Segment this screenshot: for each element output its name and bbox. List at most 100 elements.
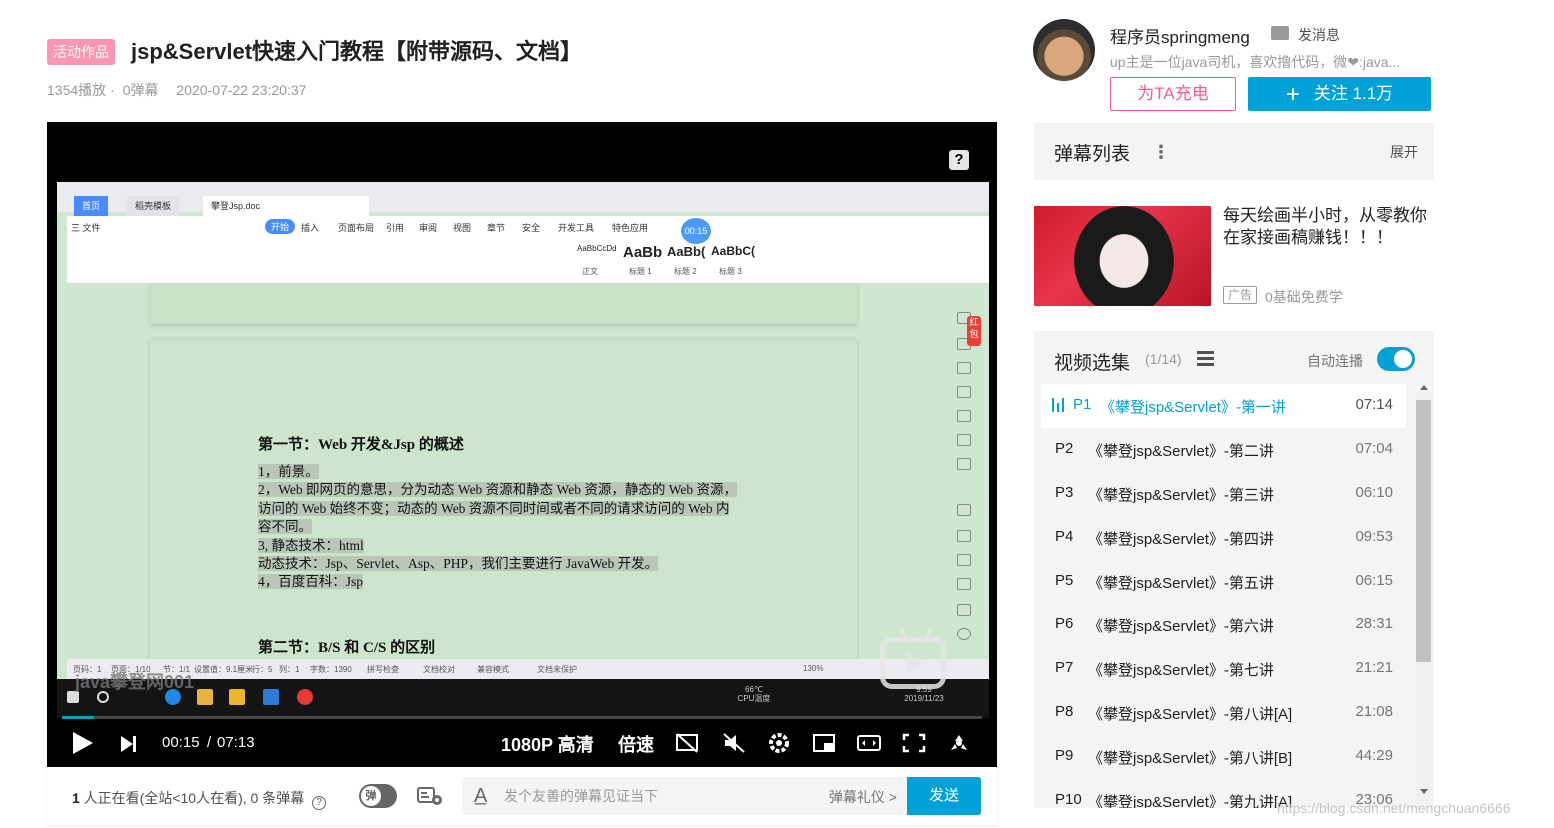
settings-icon[interactable] <box>767 732 791 754</box>
play-icon[interactable] <box>73 732 93 754</box>
episode-duration: 07:14 <box>1355 396 1393 413</box>
blog-watermark: https://blog.csdn.net/mengchuan6666 <box>1277 800 1511 816</box>
episode-item[interactable]: P8 《攀登jsp&Servlet》-第八讲[A] 21:08 <box>1041 691 1406 735</box>
episode-number: P8 <box>1055 703 1074 721</box>
autoplay-switch[interactable] <box>1377 347 1415 371</box>
episode-item[interactable]: P4 《攀登jsp&Servlet》-第四讲 09:53 <box>1041 516 1406 560</box>
episode-item[interactable]: P1 《攀登jsp&Servlet》-第一讲 07:14 <box>1041 384 1406 428</box>
danmaku-bar: 1 人正在看(全站<10人在看), 0 条弹幕 ? 弹 A̲ 弹幕礼仪 > 发送 <box>47 767 997 825</box>
progress-fill <box>62 716 95 719</box>
danmaku-list-title: 弹幕列表 <box>1054 144 1131 165</box>
chart-icon <box>957 458 971 470</box>
layers-icon <box>957 386 971 398</box>
doc-body: 1，前景。 2，Web 即网页的意思，分为动态 Web 资源和静态 Web 资源… <box>258 464 737 590</box>
episode-number: P4 <box>1055 527 1074 545</box>
wps-menu-review: 审阅 <box>419 223 438 233</box>
widescreen-icon[interactable] <box>857 732 881 754</box>
wps-tab-home: 首页 <box>74 196 109 216</box>
episode-item[interactable]: P7 《攀登jsp&Servlet》-第七讲 21:21 <box>1041 647 1406 691</box>
viewer-info: 1 人正在看(全站<10人在看), 0 条弹幕 ? <box>72 788 327 810</box>
episode-name: 《攀登jsp&Servlet》-第一讲 <box>1100 399 1286 416</box>
help-icon[interactable]: ? <box>949 150 969 170</box>
doc-heading-2: 第二节：B/S 和 C/S 的区别 <box>258 640 436 656</box>
charge-button[interactable]: 为TA充电 <box>1110 77 1236 111</box>
video-player[interactable]: ? 首页 稻壳模板 攀登Jsp.doc 三 文件 开始 插入 页面布局 引用 审… <box>47 122 997 767</box>
video-title: jsp&Servlet快速入门教程【附带源码、文档】 <box>131 39 583 64</box>
episode-name: 《攀登jsp&Servlet》-第九讲[A] <box>1088 794 1293 808</box>
episode-number: P10 <box>1055 791 1082 808</box>
bilibili-play-logo[interactable] <box>880 637 946 689</box>
follow-button[interactable]: + 关注 1.1万 <box>1248 77 1431 111</box>
send-button[interactable]: 发送 <box>907 777 981 815</box>
windows-taskbar: 66℃ CPU温度 9:59 2019/11/23 <box>57 679 989 718</box>
copy-icon <box>957 504 971 516</box>
episode-item[interactable]: P3 《攀登jsp&Servlet》-第三讲 06:10 <box>1041 472 1406 516</box>
episode-name: 《攀登jsp&Servlet》-第三讲 <box>1088 486 1274 504</box>
episode-item[interactable]: P6 《攀登jsp&Servlet》-第六讲 28:31 <box>1041 603 1406 647</box>
wps-tab-document: 攀登Jsp.doc <box>203 196 369 216</box>
avatar[interactable] <box>1033 19 1095 81</box>
question-icon[interactable]: ? <box>312 796 327 810</box>
channel-watermark: java攀登网001 <box>75 672 195 692</box>
episode-duration: 28:31 <box>1355 615 1393 633</box>
episode-name: 《攀登jsp&Servlet》-第二讲 <box>1088 442 1274 460</box>
mute-icon[interactable] <box>722 732 746 754</box>
archive-icon <box>957 578 971 590</box>
danmaku-settings-icon[interactable] <box>417 785 443 807</box>
episode-item[interactable]: P2 《攀登jsp&Servlet》-第二讲 07:04 <box>1041 428 1406 472</box>
ad-image[interactable] <box>1034 206 1211 306</box>
episode-duration: 06:10 <box>1355 483 1393 501</box>
grid-icon <box>957 434 971 446</box>
shield-icon <box>957 628 971 640</box>
danmaku-list-panel[interactable]: 弹幕列表 ⋮ 展开 <box>1034 123 1434 180</box>
episode-name: 《攀登jsp&Servlet》-第七讲 <box>1088 662 1274 680</box>
ad-title[interactable]: 每天绘画半小时，从零教你在家接画稿赚钱！！！ <box>1223 205 1437 249</box>
expand-button[interactable]: 展开 <box>1390 142 1418 162</box>
episode-number: P1 <box>1073 396 1092 413</box>
danmaku-toggle[interactable]: 弹 <box>359 784 397 808</box>
next-icon[interactable] <box>121 736 136 752</box>
list-view-icon[interactable] <box>1197 351 1214 366</box>
episode-number: P6 <box>1055 615 1074 633</box>
episode-duration: 21:08 <box>1355 703 1393 721</box>
episode-count: (1/14) <box>1145 351 1182 367</box>
quality-button[interactable]: 1080P 高清 <box>501 731 594 757</box>
scrollbar-thumb[interactable] <box>1416 400 1431 662</box>
episode-duration: 21:21 <box>1355 659 1393 677</box>
episode-name: 《攀登jsp&Servlet》-第八讲[B] <box>1088 750 1293 768</box>
text-style-icon[interactable]: A̲ <box>474 785 487 808</box>
wps-ribbon: AaBbCcDd 正文 AaBb 标题 1 AaBb( 标题 2 AaBbC( … <box>67 238 989 284</box>
web-fullscreen-icon[interactable] <box>902 732 926 754</box>
uploader-name[interactable]: 程序员springmeng <box>1110 23 1250 48</box>
episode-item[interactable]: P5 《攀登jsp&Servlet》-第五讲 06:15 <box>1041 560 1406 604</box>
autoplay-label: 自动连播 <box>1307 353 1363 369</box>
episode-number: P2 <box>1055 439 1074 457</box>
time-separator: / <box>207 734 212 751</box>
episode-number: P3 <box>1055 483 1074 501</box>
activity-badge[interactable]: 活动作品 <box>47 39 115 65</box>
wps-menu-reference: 引用 <box>386 223 405 233</box>
picture-in-picture-icon[interactable] <box>812 732 836 754</box>
episode-item[interactable]: P9 《攀登jsp&Servlet》-第八讲[B] 44:29 <box>1041 735 1406 779</box>
episode-number: P7 <box>1055 659 1074 677</box>
fullscreen-icon[interactable] <box>947 732 971 754</box>
share-icon <box>957 530 971 542</box>
wps-tab-templates: 稻壳模板 <box>127 196 180 216</box>
wps-menu-view: 视图 <box>453 223 472 233</box>
wps-menu-chapter: 章节 <box>487 223 506 233</box>
send-message-link[interactable]: 发消息 <box>1298 25 1340 45</box>
danmaku-etiquette-link[interactable]: 弹幕礼仪 > <box>829 787 897 807</box>
speed-button[interactable]: 倍速 <box>618 731 654 757</box>
cpu-temp: 66℃ CPU温度 <box>737 685 771 703</box>
progress-bar[interactable] <box>62 716 982 719</box>
mail-icon[interactable] <box>1271 26 1289 40</box>
more-icon[interactable]: ⋮ <box>1152 142 1170 163</box>
doc-page-previous <box>150 284 857 324</box>
danmaku-off-icon[interactable] <box>675 732 699 754</box>
wps-writer-icon <box>263 689 279 705</box>
plus-icon: + <box>1285 81 1300 108</box>
scroll-down-arrow[interactable] <box>1420 789 1428 794</box>
danmaku-input[interactable] <box>504 786 804 806</box>
scroll-up-arrow[interactable] <box>1420 385 1428 390</box>
episode-name: 《攀登jsp&Servlet》-第四讲 <box>1088 530 1274 548</box>
